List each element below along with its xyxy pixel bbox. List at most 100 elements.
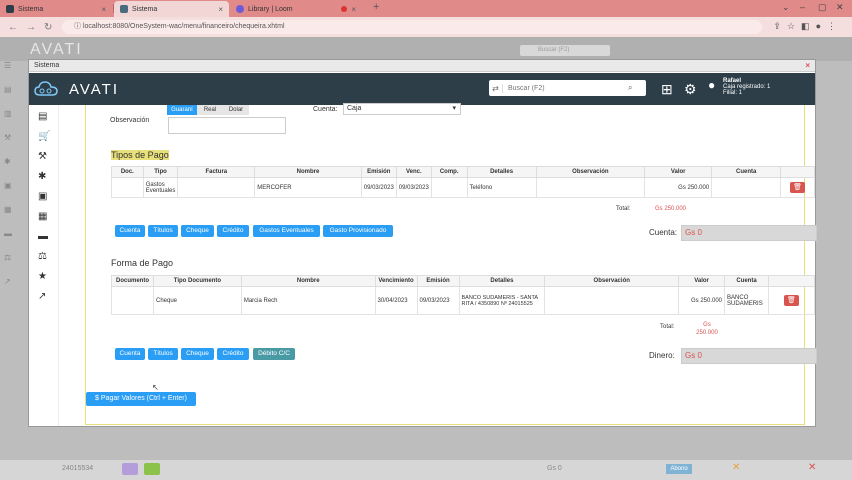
browser-tab-3[interactable]: Library | Loom ×	[230, 1, 362, 17]
cuenta-label: Cuenta:	[313, 106, 338, 113]
table-row[interactable]: Gastos Eventuales MERCOFER 09/03/2023 09…	[111, 177, 815, 198]
swap-icon[interactable]: ⇄	[489, 83, 503, 93]
extensions-icon[interactable]: ◧	[801, 21, 816, 31]
bg-edit-icon	[122, 463, 138, 475]
currency-option-dolar[interactable]: Dolar	[223, 105, 249, 115]
money-icon[interactable]: ▣	[38, 191, 58, 205]
gasto-provisionado-button[interactable]: Gasto Provisionado	[323, 225, 393, 237]
chart-icon[interactable]: ↗	[38, 291, 58, 305]
forma-total-value: Gs 250.000	[696, 322, 718, 336]
pagar-valores-button[interactable]: $ Pagar Valores (Ctrl + Enter)	[86, 392, 196, 406]
search-input[interactable]	[503, 84, 628, 92]
bg-menu-icon: ☰	[4, 61, 12, 70]
forma-credito-button[interactable]: Crédito	[217, 348, 249, 360]
background-footer: 24015534 Gs 0 Abono ✕ ✕	[0, 460, 852, 480]
gastos-eventuales-button[interactable]: Gastos Eventuales	[253, 225, 320, 237]
forma-cuenta-button[interactable]: Cuenta	[115, 348, 145, 360]
close-tab-icon[interactable]: ×	[218, 5, 223, 14]
star-icon[interactable]: ★	[38, 271, 58, 285]
forma-total-label: Total:	[660, 324, 675, 330]
user-icon[interactable]: ●	[708, 78, 715, 92]
forma-de-pago-table: Documento Tipo Documento Nombre Vencimie…	[111, 275, 815, 315]
share-icon[interactable]: ⇪	[773, 21, 787, 31]
table-row[interactable]: Cheque Marcia Rech 30/04/2023 09/03/2023…	[111, 286, 815, 315]
tipos-titulos-button[interactable]: Títulos	[148, 225, 178, 237]
site-favicon-icon	[6, 5, 14, 13]
forma-titulos-button[interactable]: Títulos	[148, 348, 178, 360]
info-icon: ⓘ	[74, 23, 83, 30]
bg-refresh-icon	[144, 463, 160, 475]
bg-factory-icon: ▦	[4, 205, 12, 214]
app-header: AVATI ⇄ ⌕ ⊞ ⚙ ● Rafael Caja registrado: …	[29, 73, 815, 105]
loom-favicon-icon	[236, 5, 244, 13]
cuenta-select[interactable]: Caja ▾	[343, 103, 461, 115]
currency-option-guarani[interactable]: Guaraní	[167, 105, 197, 115]
search-icon[interactable]: ⌕	[628, 83, 632, 93]
browser-tab-1[interactable]: Sistema ×	[0, 1, 112, 17]
cuenta-sum-label: Cuenta:	[649, 228, 678, 237]
tab-label: Library | Loom	[248, 5, 293, 13]
forward-icon[interactable]: →	[26, 22, 36, 33]
bg-money-icon: ▣	[4, 181, 12, 190]
tipos-cheque-button[interactable]: Cheque	[181, 225, 214, 237]
back-icon[interactable]: ←	[8, 22, 18, 33]
factory-icon[interactable]: ▦	[38, 211, 58, 225]
background-header: AVATI Buscar (F2)	[0, 37, 852, 61]
modal-close-icon[interactable]: ×	[805, 60, 810, 72]
minimize-icon[interactable]: –	[800, 2, 805, 12]
trash-icon: 🗑	[787, 297, 796, 304]
bg-book-icon: ▤	[4, 85, 12, 94]
cuenta-sum-value: Gs 0	[681, 225, 817, 241]
gear-icon[interactable]: ⚙	[684, 81, 697, 98]
forma-cheque-button[interactable]: Cheque	[181, 348, 214, 360]
background-search: Buscar (F2)	[520, 45, 610, 56]
recording-dot-icon	[341, 6, 348, 12]
book-icon[interactable]: ▤	[38, 111, 58, 125]
group-icon[interactable]: ✱	[38, 171, 58, 185]
url-field[interactable]: ⓘ localhost:8080/OneSystem-wac/menu/fina…	[62, 20, 762, 34]
chevron-down-icon[interactable]: ⌄	[782, 2, 790, 13]
currency-option-real[interactable]: Real	[197, 105, 223, 115]
tipos-credito-button[interactable]: Crédito	[217, 225, 249, 237]
bg-close-icon: ✕	[808, 462, 817, 473]
truck-icon[interactable]: ▬	[38, 231, 58, 245]
bg-chart-icon: ↗	[4, 277, 11, 286]
cart-icon[interactable]: 🛒	[38, 131, 58, 145]
url-text: localhost:8080/OneSystem-wac/menu/financ…	[82, 23, 285, 30]
close-tab-icon[interactable]: ×	[351, 5, 356, 14]
bg-truck-icon: ▬	[4, 229, 12, 238]
star-icon[interactable]: ☆	[787, 21, 801, 31]
tipos-de-pago-table: Doc. Tipo Factura Nombre Emisión Venc. C…	[111, 166, 815, 198]
delete-row-button[interactable]: 🗑	[784, 295, 799, 306]
address-bar: ← → ↻ ⓘ localhost:8080/OneSystem-wac/men…	[0, 17, 852, 37]
modal-title-bar: Sistema ×	[29, 60, 815, 72]
header-search[interactable]: ⇄ ⌕	[489, 80, 646, 96]
bg-cart-icon: ▥	[4, 109, 12, 118]
app-sidebar: ▤ 🛒 ⚒ ✱ ▣ ▦ ▬ ⚖ ★ ↗	[29, 105, 59, 426]
scale-icon[interactable]: ⚖	[38, 251, 58, 265]
debito-cc-button[interactable]: Débito C/C	[253, 348, 295, 360]
tipos-total-value: Gs 250.000	[655, 206, 687, 212]
maximize-icon[interactable]: ▢	[818, 2, 827, 13]
profile-icon[interactable]: ●	[816, 21, 827, 31]
new-tab-icon[interactable]: +	[373, 1, 379, 13]
bg-cancel-icon: ✕	[732, 462, 741, 473]
tab-label: Sistema	[132, 5, 158, 13]
grid-icon[interactable]: ⊞	[661, 81, 673, 98]
mouse-cursor-icon: ↖	[152, 383, 159, 392]
reload-icon[interactable]: ↻	[44, 22, 52, 33]
observacion-input[interactable]	[168, 117, 286, 134]
background-logo: AVATI	[30, 41, 83, 58]
tipos-total-label: Total:	[616, 206, 631, 212]
close-tab-icon[interactable]: ×	[101, 5, 106, 14]
forma-de-pago-title: Forma de Pago	[111, 258, 174, 268]
menu-icon[interactable]: ⋮	[827, 21, 842, 31]
browser-actions: ⇪☆◧●⋮	[773, 21, 842, 32]
delete-row-button[interactable]: 🗑	[790, 182, 806, 193]
tipos-cuenta-button[interactable]: Cuenta	[115, 225, 145, 237]
dinero-label: Dinero:	[649, 351, 675, 360]
browser-tab-2[interactable]: Sistema ×	[114, 1, 229, 17]
modal-title: Sistema	[34, 62, 60, 69]
wrench-icon[interactable]: ⚒	[38, 151, 58, 165]
close-window-icon[interactable]: ✕	[836, 2, 844, 13]
